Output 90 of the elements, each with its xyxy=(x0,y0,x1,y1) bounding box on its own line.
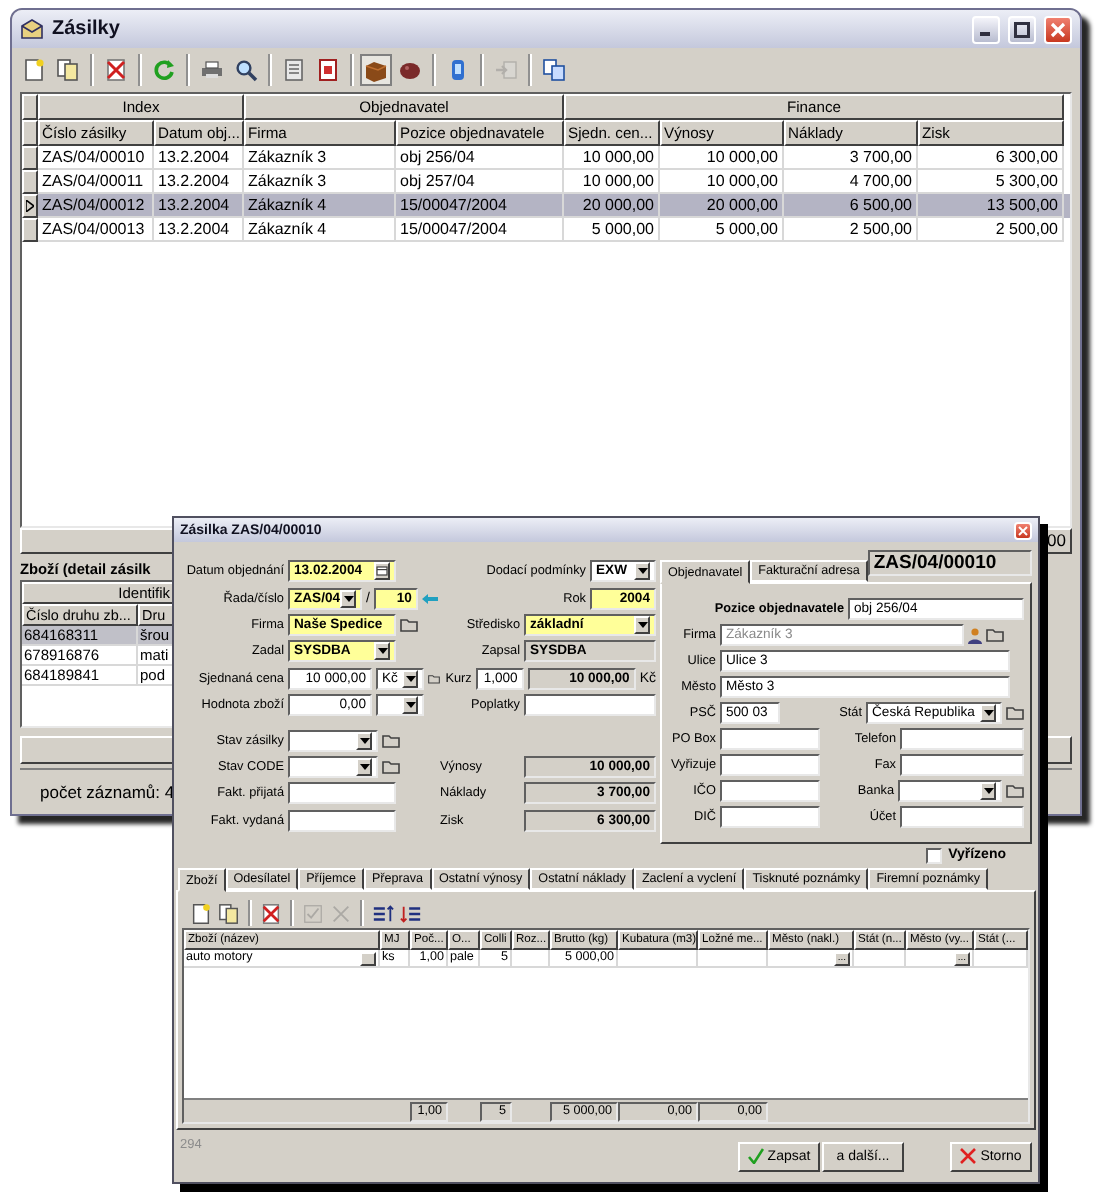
folder-icon[interactable] xyxy=(400,617,418,632)
arrow-icon xyxy=(494,58,518,82)
toolbar-button[interactable] xyxy=(52,54,84,86)
caret-icon xyxy=(356,731,372,750)
row-insert-icon xyxy=(372,901,394,925)
toolbar-button[interactable] xyxy=(538,54,570,86)
check-icon xyxy=(747,1148,764,1164)
checkbox[interactable] xyxy=(926,847,943,863)
check-icon xyxy=(302,901,324,925)
printer-icon xyxy=(200,58,224,82)
caret-icon xyxy=(356,757,372,776)
caret-icon xyxy=(634,562,650,581)
stone-icon xyxy=(398,58,422,82)
shipment-number: ZAS/04/00010 xyxy=(867,550,1032,576)
table-cell: 2 500,00 xyxy=(918,218,1064,242)
text-field[interactable] xyxy=(720,728,820,750)
text-field[interactable] xyxy=(720,780,820,802)
table-cell xyxy=(618,950,698,968)
table-cell: 13.2.2004 xyxy=(154,218,244,242)
text-field[interactable] xyxy=(720,806,820,828)
table-cell: ZAS/04/00013 xyxy=(38,218,154,242)
row-remove-icon xyxy=(400,901,422,925)
toolbar-button[interactable] xyxy=(188,900,214,926)
close-icon xyxy=(960,1148,977,1164)
folder-icon[interactable] xyxy=(986,628,1004,642)
dropdown[interactable] xyxy=(376,694,424,717)
text-field[interactable] xyxy=(288,809,396,832)
row-pointer-icon xyxy=(26,200,34,212)
refresh-icon xyxy=(152,58,176,82)
table-cell: 5 000,00 xyxy=(660,218,784,242)
toolbar-button[interactable] xyxy=(360,54,392,86)
maximize-icon xyxy=(1014,21,1030,37)
caret-icon xyxy=(374,642,390,661)
table-row[interactable]: ZAS/04/00013 13.2.2004 Zákazník 4 15/00047/2004 5 000,00 5 000,00 2 500,00 2 500,00 xyxy=(22,218,1070,242)
caret-icon xyxy=(402,669,418,688)
close-icon xyxy=(330,901,352,925)
envelope-icon xyxy=(20,18,44,40)
table-cell: Zákazník 4 xyxy=(244,218,396,242)
calendar-icon[interactable] xyxy=(374,562,390,581)
report-icon xyxy=(316,58,340,82)
caret-icon xyxy=(980,782,996,800)
text-field[interactable] xyxy=(288,782,396,805)
caret-icon xyxy=(340,589,357,608)
delete-icon xyxy=(260,901,282,925)
box-icon xyxy=(364,58,388,82)
close-icon xyxy=(1018,525,1028,535)
minimize-button[interactable] xyxy=(972,15,1000,43)
text-field[interactable] xyxy=(900,754,1024,776)
delete-icon xyxy=(104,58,128,82)
copy-icon xyxy=(56,58,80,82)
toolbar-button[interactable] xyxy=(216,900,242,926)
text-field[interactable] xyxy=(524,694,656,717)
folder-icon[interactable] xyxy=(428,671,440,686)
copy-icon xyxy=(218,901,240,925)
caret-icon xyxy=(402,696,418,715)
text-field[interactable] xyxy=(720,754,820,776)
table-cell: 2 500,00 xyxy=(784,218,918,242)
text-field[interactable] xyxy=(900,806,1024,828)
close-icon xyxy=(1050,21,1066,37)
folder-icon[interactable] xyxy=(1006,706,1024,720)
folder-icon[interactable] xyxy=(382,733,400,748)
close-button[interactable] xyxy=(1044,15,1072,43)
picker-button[interactable] xyxy=(360,951,376,965)
close-button[interactable] xyxy=(1014,521,1032,539)
toolbar-button[interactable] xyxy=(230,54,262,86)
folder-icon[interactable] xyxy=(382,759,400,774)
text-field[interactable] xyxy=(900,728,1024,750)
caret-icon xyxy=(980,704,996,722)
dropdown[interactable] xyxy=(898,780,1002,802)
table-cell: 15/00047/2004 xyxy=(396,218,564,242)
search-icon xyxy=(234,58,258,82)
maximize-button[interactable] xyxy=(1008,15,1036,43)
pages-icon xyxy=(542,58,566,82)
dropdown[interactable] xyxy=(288,729,378,752)
table-row[interactable]: ZAS/04/00012 13.2.2004 Zákazník 4 15/00047/2004 20 000,00 20 000,00 6 500,00 13 500,00 xyxy=(22,194,1070,218)
table-row[interactable]: ZAS/04/00010 13.2.2004 Zákazník 3 obj 256/04 10 000,00 10 000,00 3 700,00 6 300,00 xyxy=(22,146,1070,170)
dropdown[interactable] xyxy=(288,755,378,778)
table-cell: 5 000,00 xyxy=(564,218,660,242)
caret-icon xyxy=(634,615,650,634)
bottle-icon xyxy=(446,58,470,82)
table-cell xyxy=(512,950,550,968)
folder-icon[interactable] xyxy=(1006,784,1024,798)
toolbar-button[interactable] xyxy=(370,900,396,926)
new-document-icon xyxy=(22,58,46,82)
person-icon[interactable] xyxy=(968,627,982,643)
window-title: Zásilky xyxy=(52,18,122,40)
new-document-icon xyxy=(190,901,212,925)
toolbar-button[interactable] xyxy=(258,900,284,926)
list-icon xyxy=(282,58,306,82)
table-row[interactable]: ZAS/04/00011 13.2.2004 Zákazník 3 obj 257/04 10 000,00 10 000,00 4 700,00 5 300,00 xyxy=(22,170,1070,194)
